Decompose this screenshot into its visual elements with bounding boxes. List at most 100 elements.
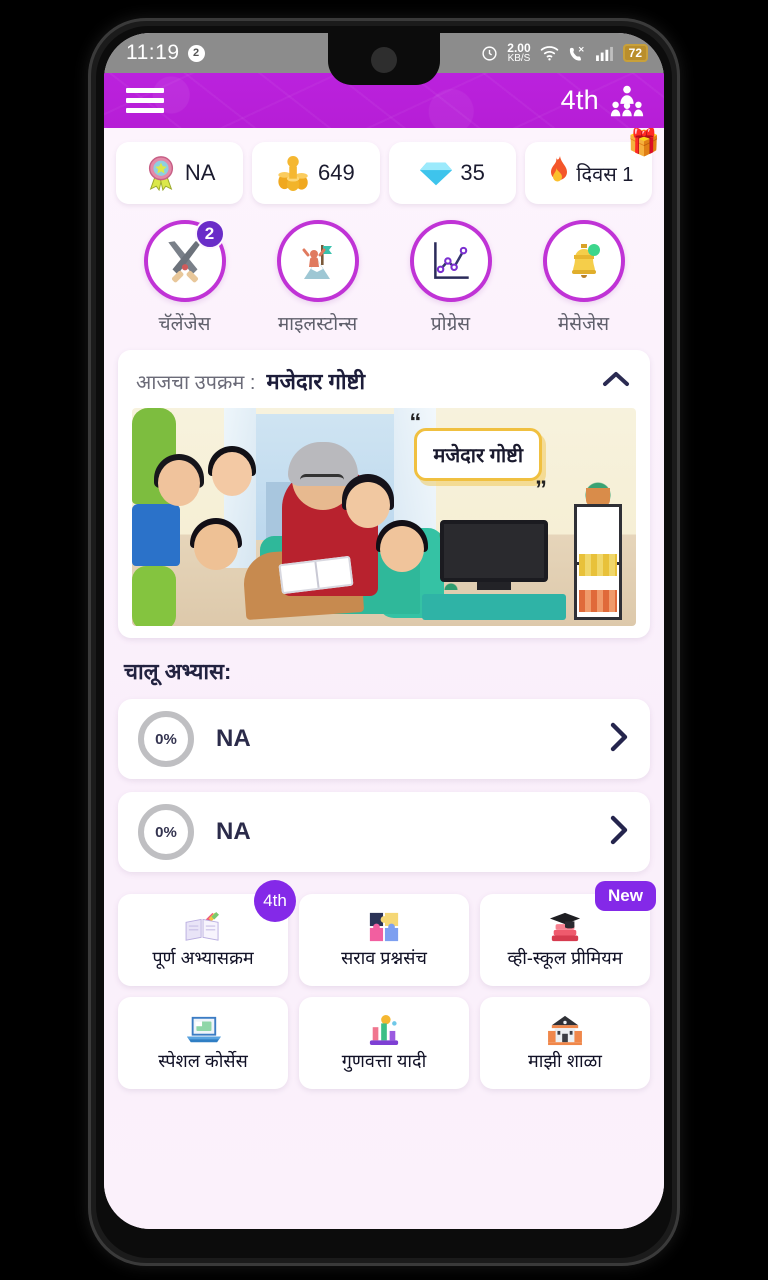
network-speed-unit: KB/S <box>507 53 531 64</box>
tile-special-courses[interactable]: स्पेशल कोर्सेस <box>118 997 288 1089</box>
tv-stand <box>422 594 566 620</box>
nav-circle-progress[interactable] <box>409 220 492 302</box>
podium-chart-icon <box>369 1014 399 1045</box>
tile-badge-new: New <box>595 881 656 911</box>
bell-icon <box>571 244 600 278</box>
hamburger-menu-icon[interactable] <box>126 83 164 118</box>
phone-screen: 11:19 2 2.00 KB/S 72 4th NA 649 35 दिवस … <box>104 33 664 1229</box>
study-name: NA <box>216 818 251 845</box>
fire-streak-icon <box>551 156 568 182</box>
header-right[interactable]: 4th <box>561 84 646 118</box>
grandmother-glasses <box>300 474 344 486</box>
child-head <box>194 524 238 570</box>
group-people-icon[interactable] <box>608 84 646 118</box>
nav-item-milestones[interactable]: माइलस्टोन्स <box>251 220 384 336</box>
stat-award-value: NA <box>184 160 216 185</box>
stat-streak-value: दिवस 1 <box>576 163 634 186</box>
nav-label-progress: प्रोग्रेस <box>430 314 471 335</box>
open-book-pencils-icon <box>185 911 219 941</box>
tile-label: सराव प्रश्नसंच <box>341 947 427 968</box>
daily-activity-header[interactable]: आजचा उपक्रम : मजेदार गोष्टी <box>118 350 650 408</box>
child-head <box>346 482 390 528</box>
current-studies-title: चालू अभ्यास: <box>124 659 232 684</box>
activity-illustration[interactable]: “ मजेदार गोष्टी ” <box>132 408 636 626</box>
coin-stack-icon <box>278 155 308 191</box>
tile-label: माझी शाळा <box>528 1050 602 1071</box>
chevron-right-icon[interactable] <box>606 720 632 759</box>
stat-card-coins[interactable]: 649 <box>252 142 380 204</box>
line-chart-icon <box>433 242 469 279</box>
tile-merit-list[interactable]: गुणवत्ता यादी <box>299 997 469 1089</box>
wifi-icon <box>540 46 558 61</box>
child-head <box>212 452 252 496</box>
study-row-1[interactable]: 0% NA <box>118 699 650 779</box>
activity-label: आजचा उपक्रम : <box>136 371 256 394</box>
tile-my-school[interactable]: माझी शाळा <box>480 997 650 1089</box>
school-building-icon <box>548 1015 582 1045</box>
graduation-books-icon <box>549 912 581 941</box>
call-icon <box>569 46 584 61</box>
laptop-icon <box>187 1016 221 1042</box>
award-ribbon-icon <box>148 156 173 191</box>
tile-practice-questions[interactable]: सराव प्रश्नसंच <box>299 894 469 986</box>
mountain-flag-icon <box>302 245 332 279</box>
study-row-2[interactable]: 0% NA <box>118 792 650 872</box>
quick-nav-row: 2 चॅलेंजेस माइलस्टोन्स प्रोग्रेस मेसेजेस <box>104 204 664 336</box>
alarm-clock-icon <box>482 45 497 61</box>
status-time: 11:19 <box>126 41 180 64</box>
challenges-badge: 2 <box>194 219 225 249</box>
chevron-up-icon[interactable] <box>600 368 632 395</box>
stat-coins-value: 649 <box>318 160 355 185</box>
status-bar-left: 11:19 2 <box>126 41 205 65</box>
network-speed: 2.00 KB/S <box>507 42 530 64</box>
child-head <box>158 460 200 506</box>
nav-circle-challenges[interactable]: 2 <box>143 219 226 302</box>
tile-label: स्पेशल कोर्सेस <box>158 1050 248 1071</box>
daily-activity-card: आजचा उपक्रम : मजेदार गोष्टी “ मजेदार गोष… <box>118 350 650 638</box>
stat-card-award[interactable]: NA <box>116 142 244 204</box>
progress-ring: 0% <box>138 804 194 860</box>
nav-label-challenges: चॅलेंजेस <box>158 314 211 335</box>
speech-bubble-text: मजेदार गोष्टी <box>433 445 523 467</box>
study-name: NA <box>216 725 251 752</box>
tile-full-syllabus[interactable]: 4th पूर्ण अभ्यासक्रम <box>118 880 296 986</box>
child-skirt <box>132 504 180 566</box>
nav-label-milestones: माइलस्टोन्स <box>277 314 358 335</box>
gift-icon[interactable]: 🎁 <box>628 129 660 155</box>
nav-label-messages: मेसेजेस <box>557 314 610 335</box>
nav-circle-messages[interactable] <box>542 220 625 302</box>
quote-open-icon: “ <box>409 409 422 436</box>
stat-card-diamonds[interactable]: 35 <box>388 142 516 204</box>
status-notification-badge: 2 <box>187 44 205 62</box>
tile-label: पूर्ण अभ्यासक्रम <box>152 947 254 968</box>
stat-card-streak[interactable]: दिवस 1 🎁 <box>524 129 660 204</box>
activity-title: मजेदार गोष्टी <box>266 369 366 394</box>
stat-diamonds-value: 35 <box>460 160 485 185</box>
grade-label: 4th <box>560 85 599 115</box>
nav-item-messages[interactable]: मेसेजेस <box>517 220 650 336</box>
shelf-books <box>579 590 617 612</box>
nav-item-challenges[interactable]: 2 चॅलेंजेस <box>118 219 251 336</box>
nav-item-progress[interactable]: प्रोग्रेस <box>384 220 517 336</box>
child-head <box>380 526 424 572</box>
hamburger-line <box>126 98 164 103</box>
puzzle-pieces-icon <box>369 912 399 941</box>
child-body <box>132 566 176 626</box>
app-content: NA 649 35 दिवस 1 🎁 2 चॅलेंजेस माइलस्टोन्… <box>104 128 664 1229</box>
shelf-books <box>579 554 617 576</box>
quote-close-icon: ” <box>535 476 547 503</box>
chevron-right-icon[interactable] <box>606 813 632 852</box>
hamburger-line <box>126 108 164 113</box>
hamburger-line <box>126 88 164 93</box>
status-bar-right: 2.00 KB/S 72 <box>481 42 648 64</box>
status-bar: 11:19 2 2.00 KB/S 72 <box>104 33 664 85</box>
television <box>440 520 548 582</box>
stats-row: NA 649 35 दिवस 1 🎁 <box>104 128 664 204</box>
feature-tile-grid: 4th पूर्ण अभ्यासक्रम सराव प्रश्नसंच New … <box>104 872 664 1089</box>
signal-icon <box>595 46 613 61</box>
nav-circle-milestones[interactable] <box>276 220 359 302</box>
tile-label: गुणवत्ता यादी <box>341 1050 427 1071</box>
tile-vschool-premium[interactable]: New व्ही-स्कूल प्रीमियम <box>480 881 656 986</box>
tile-label: व्ही-स्कूल प्रीमियम <box>507 947 623 968</box>
progress-ring: 0% <box>138 711 194 767</box>
